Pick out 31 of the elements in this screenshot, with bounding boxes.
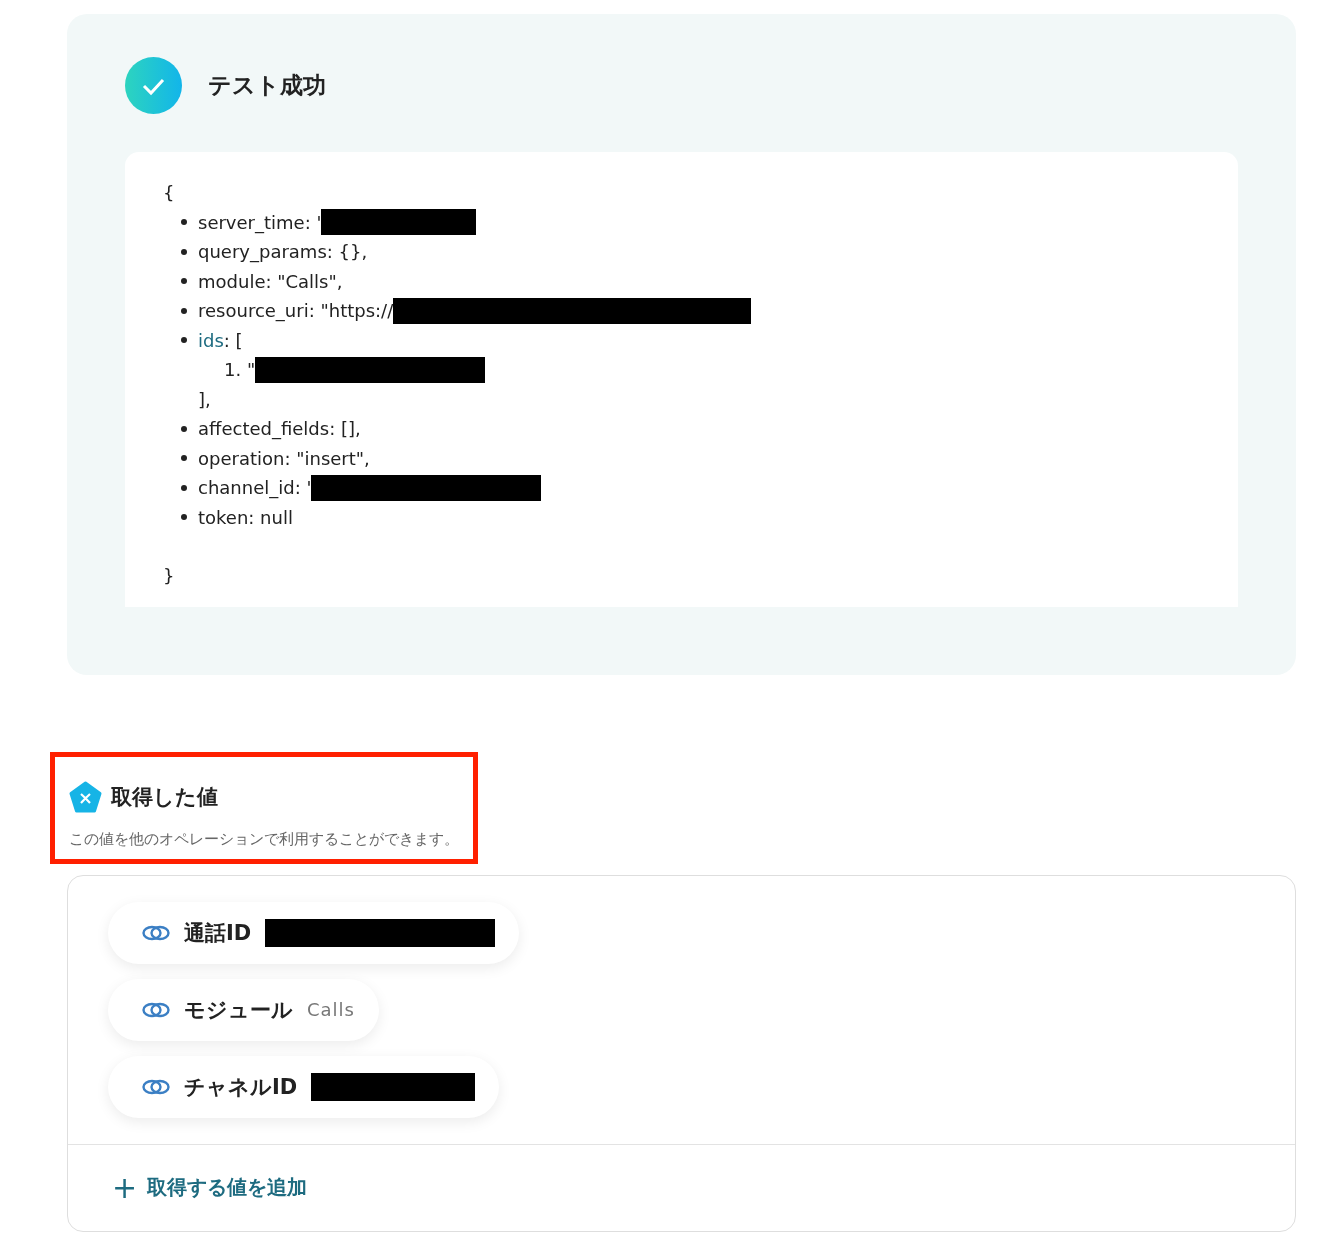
status-title: テスト成功 [208,71,326,100]
bullet [181,219,187,226]
bullet [181,514,187,521]
code-line: { [163,181,175,205]
code-line: token: null [198,505,293,530]
section-description: この値を他のオペレーションで利用することができます。 [69,829,459,849]
code-line: 1. " [224,358,256,382]
code-line: module: "Calls", [198,269,343,294]
code-line: ids: [ [198,328,243,353]
bullet [181,337,187,344]
bullet [181,455,187,462]
bullet [181,248,187,255]
code-line: channel_id: ' [198,476,312,501]
value-chip[interactable]: 通話ID [108,901,520,964]
code-line: } [163,564,175,588]
check-icon [125,57,182,114]
code-line: operation: "insert", [198,446,370,471]
variable-icon [69,780,102,814]
code-line: ], [198,388,211,410]
section-title: 取得した値 [111,784,218,811]
bullet [181,484,187,491]
bullet [181,278,187,285]
code-line: resource_uri: "https:// [198,299,394,324]
code-line: query_params: {}, [198,240,368,265]
code-line: server_time: ' [198,210,322,236]
add-value-button[interactable]: + 取得する値を追加 [112,1172,308,1203]
value-chip[interactable]: モジュール Calls [108,978,379,1041]
code-line: affected_fields: [], [198,417,361,442]
bullet [181,307,187,314]
value-chip[interactable]: チャネルID [108,1055,500,1118]
bullet [181,425,187,432]
